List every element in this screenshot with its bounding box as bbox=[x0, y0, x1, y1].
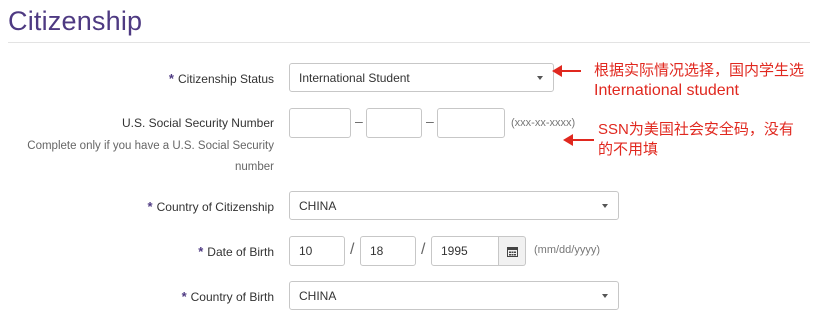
required-mark: * bbox=[198, 244, 204, 259]
dob-year-input[interactable]: 1995 bbox=[431, 236, 499, 266]
ssn-format-hint: (xxx-xx-xxxx) bbox=[511, 117, 576, 129]
ssn-annotation-line2: 的不用填 bbox=[598, 141, 659, 158]
date-of-birth-label-text: Date of Birth bbox=[207, 245, 274, 259]
dob-day-input[interactable]: 18 bbox=[360, 236, 416, 266]
country-of-birth-value: CHINA bbox=[299, 288, 337, 303]
chevron-down-icon bbox=[602, 293, 608, 298]
citizenship-status-select[interactable]: International Student bbox=[289, 63, 554, 92]
red-arrow-icon bbox=[563, 134, 594, 146]
status-annotation-line2: International student bbox=[594, 82, 739, 99]
ssn-part1-input[interactable] bbox=[289, 108, 351, 138]
dob-slash: / bbox=[350, 241, 355, 258]
country-of-birth-select[interactable]: CHINA bbox=[289, 281, 619, 310]
status-annotation-line1: 根据实际情况选择，国内学生选 bbox=[594, 62, 805, 79]
ssn-part3-input[interactable] bbox=[437, 108, 505, 138]
ssn-hint: Complete only if you have a U.S. Social … bbox=[27, 140, 274, 173]
required-mark: * bbox=[181, 289, 187, 304]
chevron-down-icon bbox=[537, 75, 543, 80]
country-of-citizenship-value: CHINA bbox=[299, 198, 337, 213]
date-of-birth-label: * Date of Birth bbox=[198, 244, 274, 259]
section-title: Citizenship bbox=[8, 6, 143, 36]
country-of-citizenship-label-text: Country of Citizenship bbox=[156, 200, 274, 214]
ssn-dash: – bbox=[355, 113, 363, 129]
dob-slash: / bbox=[421, 241, 426, 258]
red-arrow-icon bbox=[552, 65, 581, 77]
ssn-label: U.S. Social Security Number bbox=[121, 116, 274, 130]
citizenship-status-label: * Citizenship Status bbox=[169, 71, 274, 86]
citizenship-status-value: International Student bbox=[299, 70, 410, 85]
ssn-part2-input[interactable] bbox=[366, 108, 422, 138]
required-mark: * bbox=[147, 199, 153, 214]
country-of-citizenship-select[interactable]: CHINA bbox=[289, 191, 619, 220]
country-of-birth-label: * Country of Birth bbox=[182, 289, 274, 304]
ssn-dash: – bbox=[426, 113, 434, 129]
dob-format-hint: (mm/dd/yyyy) bbox=[534, 244, 600, 256]
chevron-down-icon bbox=[602, 203, 608, 208]
required-mark: * bbox=[168, 71, 174, 86]
country-of-citizenship-label: * Country of Citizenship bbox=[148, 199, 274, 214]
dob-month-input[interactable]: 10 bbox=[289, 236, 345, 266]
citizenship-status-label-text: Citizenship Status bbox=[177, 72, 274, 86]
country-of-birth-label-text: Country of Birth bbox=[190, 290, 274, 304]
ssn-annotation-line1: SSN为美国社会安全码，没有 bbox=[598, 121, 794, 138]
title-divider bbox=[8, 42, 810, 43]
calendar-icon bbox=[506, 246, 518, 257]
calendar-button[interactable] bbox=[499, 236, 526, 266]
